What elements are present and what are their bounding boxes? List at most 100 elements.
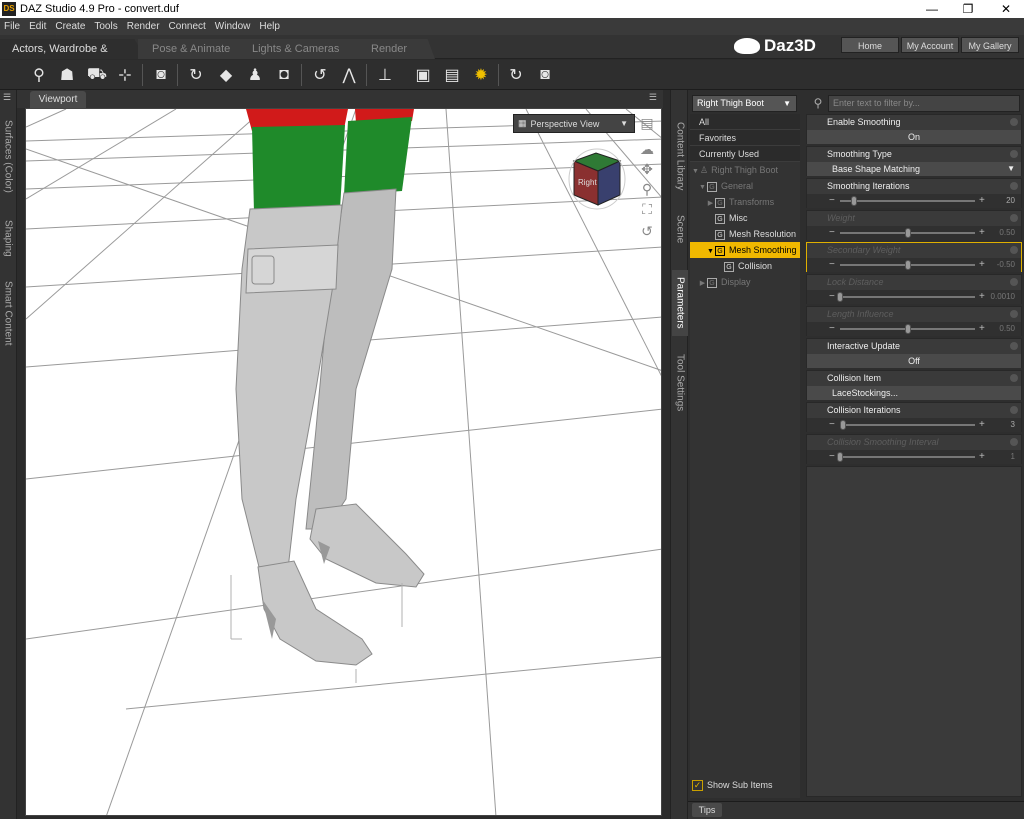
param-options-icon[interactable] (1010, 310, 1018, 318)
increment-icon[interactable]: + (979, 258, 985, 271)
param-options-icon[interactable] (1010, 118, 1018, 126)
param-dropdown[interactable]: LaceStockings... (807, 386, 1021, 400)
slider-track[interactable] (837, 452, 975, 462)
tab-scene[interactable]: Scene (672, 210, 688, 248)
camera-light-icon[interactable]: ◘ (272, 63, 296, 87)
tab-tool-settings[interactable]: Tool Settings (672, 350, 688, 416)
figure-transform-icon[interactable]: ⊹ (113, 63, 137, 87)
camera-icon[interactable]: ◙ (149, 63, 173, 87)
tab-pose-animate[interactable]: Pose & Animate (138, 39, 250, 59)
slider-track[interactable] (837, 292, 975, 302)
decrement-icon[interactable]: − (829, 258, 835, 271)
param-toggle-button[interactable]: Off (807, 354, 1021, 368)
light-bulb-icon[interactable]: ✹ (469, 63, 493, 87)
param-slider[interactable]: − +3 (807, 418, 1021, 432)
joint-editor-icon[interactable]: ⋀ (337, 63, 361, 87)
menu-tools[interactable]: Tools (94, 21, 117, 32)
my-gallery-button[interactable]: My Gallery (961, 37, 1019, 53)
decrement-icon[interactable]: − (829, 226, 835, 239)
slider-track[interactable] (840, 324, 975, 334)
tree-group-general[interactable]: ▼ G General (690, 178, 800, 194)
menu-edit[interactable]: Edit (29, 21, 46, 32)
reset-view-icon[interactable]: ↺ (638, 222, 656, 240)
3d-viewport[interactable]: Right (25, 108, 662, 816)
pan-icon[interactable]: ✥ (638, 160, 656, 178)
figure-add-icon[interactable]: ⚲ (27, 63, 51, 87)
param-value[interactable]: 0.0010 (991, 290, 1015, 304)
param-options-icon[interactable] (1010, 438, 1018, 446)
tab-actors-wardrobe-props[interactable]: Actors, Wardrobe & Props (0, 39, 146, 59)
node-transform-icon[interactable]: ⊥ (373, 63, 397, 87)
increment-icon[interactable]: + (979, 194, 985, 207)
increment-icon[interactable]: + (979, 290, 985, 303)
tree-group-misc[interactable]: G Misc (690, 210, 800, 226)
param-options-icon[interactable] (1010, 278, 1018, 286)
camera-render-icon[interactable]: ◙ (533, 63, 557, 87)
param-value[interactable]: -0.50 (997, 258, 1015, 272)
tips-tab[interactable]: Tips (692, 803, 722, 817)
param-slider[interactable]: − +0.50 (807, 322, 1021, 336)
tree-group-transforms[interactable]: ▶ G Transforms (690, 194, 800, 210)
scene-camera-icon[interactable]: ▣ (411, 63, 435, 87)
figure-pose-icon[interactable]: ☗ (55, 63, 79, 87)
render-settings-icon[interactable]: ↻ (504, 63, 528, 87)
param-value[interactable]: 3 (1011, 418, 1015, 432)
tab-smart-content[interactable]: Smart Content (0, 272, 16, 354)
slider-track[interactable] (840, 228, 975, 238)
tree-all[interactable]: All (690, 114, 800, 130)
panel-menu-icon[interactable]: ☰ (3, 92, 11, 103)
menu-window[interactable]: Window (215, 21, 251, 32)
decrement-icon[interactable]: − (829, 322, 835, 335)
decrement-icon[interactable]: − (829, 450, 835, 463)
tree-group-display[interactable]: ▶ G Display (690, 274, 800, 290)
viewport-tab[interactable]: Viewport (30, 91, 86, 108)
tree-group-mesh-resolution[interactable]: G Mesh Resolution (690, 226, 800, 242)
param-dropdown[interactable]: Base Shape Matching ▼ (807, 162, 1021, 176)
slider-knob[interactable] (904, 228, 911, 238)
viewport-layout-icon[interactable]: ▤ (638, 114, 656, 132)
param-options-icon[interactable] (1010, 374, 1018, 382)
slider-track[interactable] (839, 420, 975, 430)
param-slider[interactable]: − + -0.50 (807, 258, 1021, 272)
slider-track[interactable] (840, 260, 975, 270)
increment-icon[interactable]: + (979, 418, 985, 431)
increment-icon[interactable]: + (979, 450, 985, 463)
scene-render-icon[interactable]: ▤ (440, 63, 464, 87)
param-slider[interactable]: − +1 (807, 450, 1021, 464)
tree-node-right-thigh-boot[interactable]: ▼♙ Right Thigh Boot (690, 162, 800, 178)
param-options-icon[interactable] (1010, 342, 1018, 350)
decrement-icon[interactable]: − (829, 194, 835, 207)
figure-prop-icon[interactable]: ⛟ (85, 63, 109, 87)
param-slider[interactable]: − +20 (807, 194, 1021, 208)
tree-favorites[interactable]: Favorites (690, 130, 800, 146)
orbit-icon[interactable]: ☁ (638, 140, 656, 158)
tab-surfaces[interactable]: Surfaces (Color) (0, 106, 16, 206)
decrement-icon[interactable]: − (829, 290, 835, 303)
figure-light-icon[interactable]: ♟ (243, 63, 267, 87)
increment-icon[interactable]: + (979, 226, 985, 239)
my-account-button[interactable]: My Account (901, 37, 959, 53)
tab-render[interactable]: Render (343, 39, 435, 59)
param-value[interactable]: 1 (1011, 450, 1015, 464)
tree-currently-used[interactable]: Currently Used (690, 146, 800, 162)
slider-knob[interactable] (839, 420, 846, 430)
slider-knob[interactable] (837, 452, 843, 462)
tab-shaping[interactable]: Shaping (0, 210, 16, 266)
view-mode-dropdown[interactable]: ▦ Perspective View ▼ (513, 114, 635, 133)
menu-render[interactable]: Render (127, 21, 160, 32)
param-toggle-button[interactable]: On (807, 130, 1021, 144)
slider-knob[interactable] (850, 196, 857, 206)
menu-create[interactable]: Create (55, 21, 85, 32)
slider-track[interactable] (840, 196, 975, 206)
tab-lights-cameras[interactable]: Lights & Cameras (240, 39, 352, 59)
filter-input[interactable]: Enter text to filter by... (828, 95, 1020, 112)
param-options-icon[interactable] (1010, 214, 1018, 222)
node-rotate-icon[interactable]: ↺ (308, 63, 332, 87)
view-cube-gizmo[interactable]: Right (568, 148, 626, 210)
param-value[interactable]: 20 (1006, 194, 1015, 208)
param-value[interactable]: 0.50 (999, 322, 1015, 336)
close-button[interactable]: ✕ (988, 0, 1024, 18)
tab-content-library[interactable]: Content Library (672, 118, 688, 194)
slider-knob[interactable] (904, 260, 911, 270)
frame-icon[interactable]: ⛶ (638, 200, 656, 218)
